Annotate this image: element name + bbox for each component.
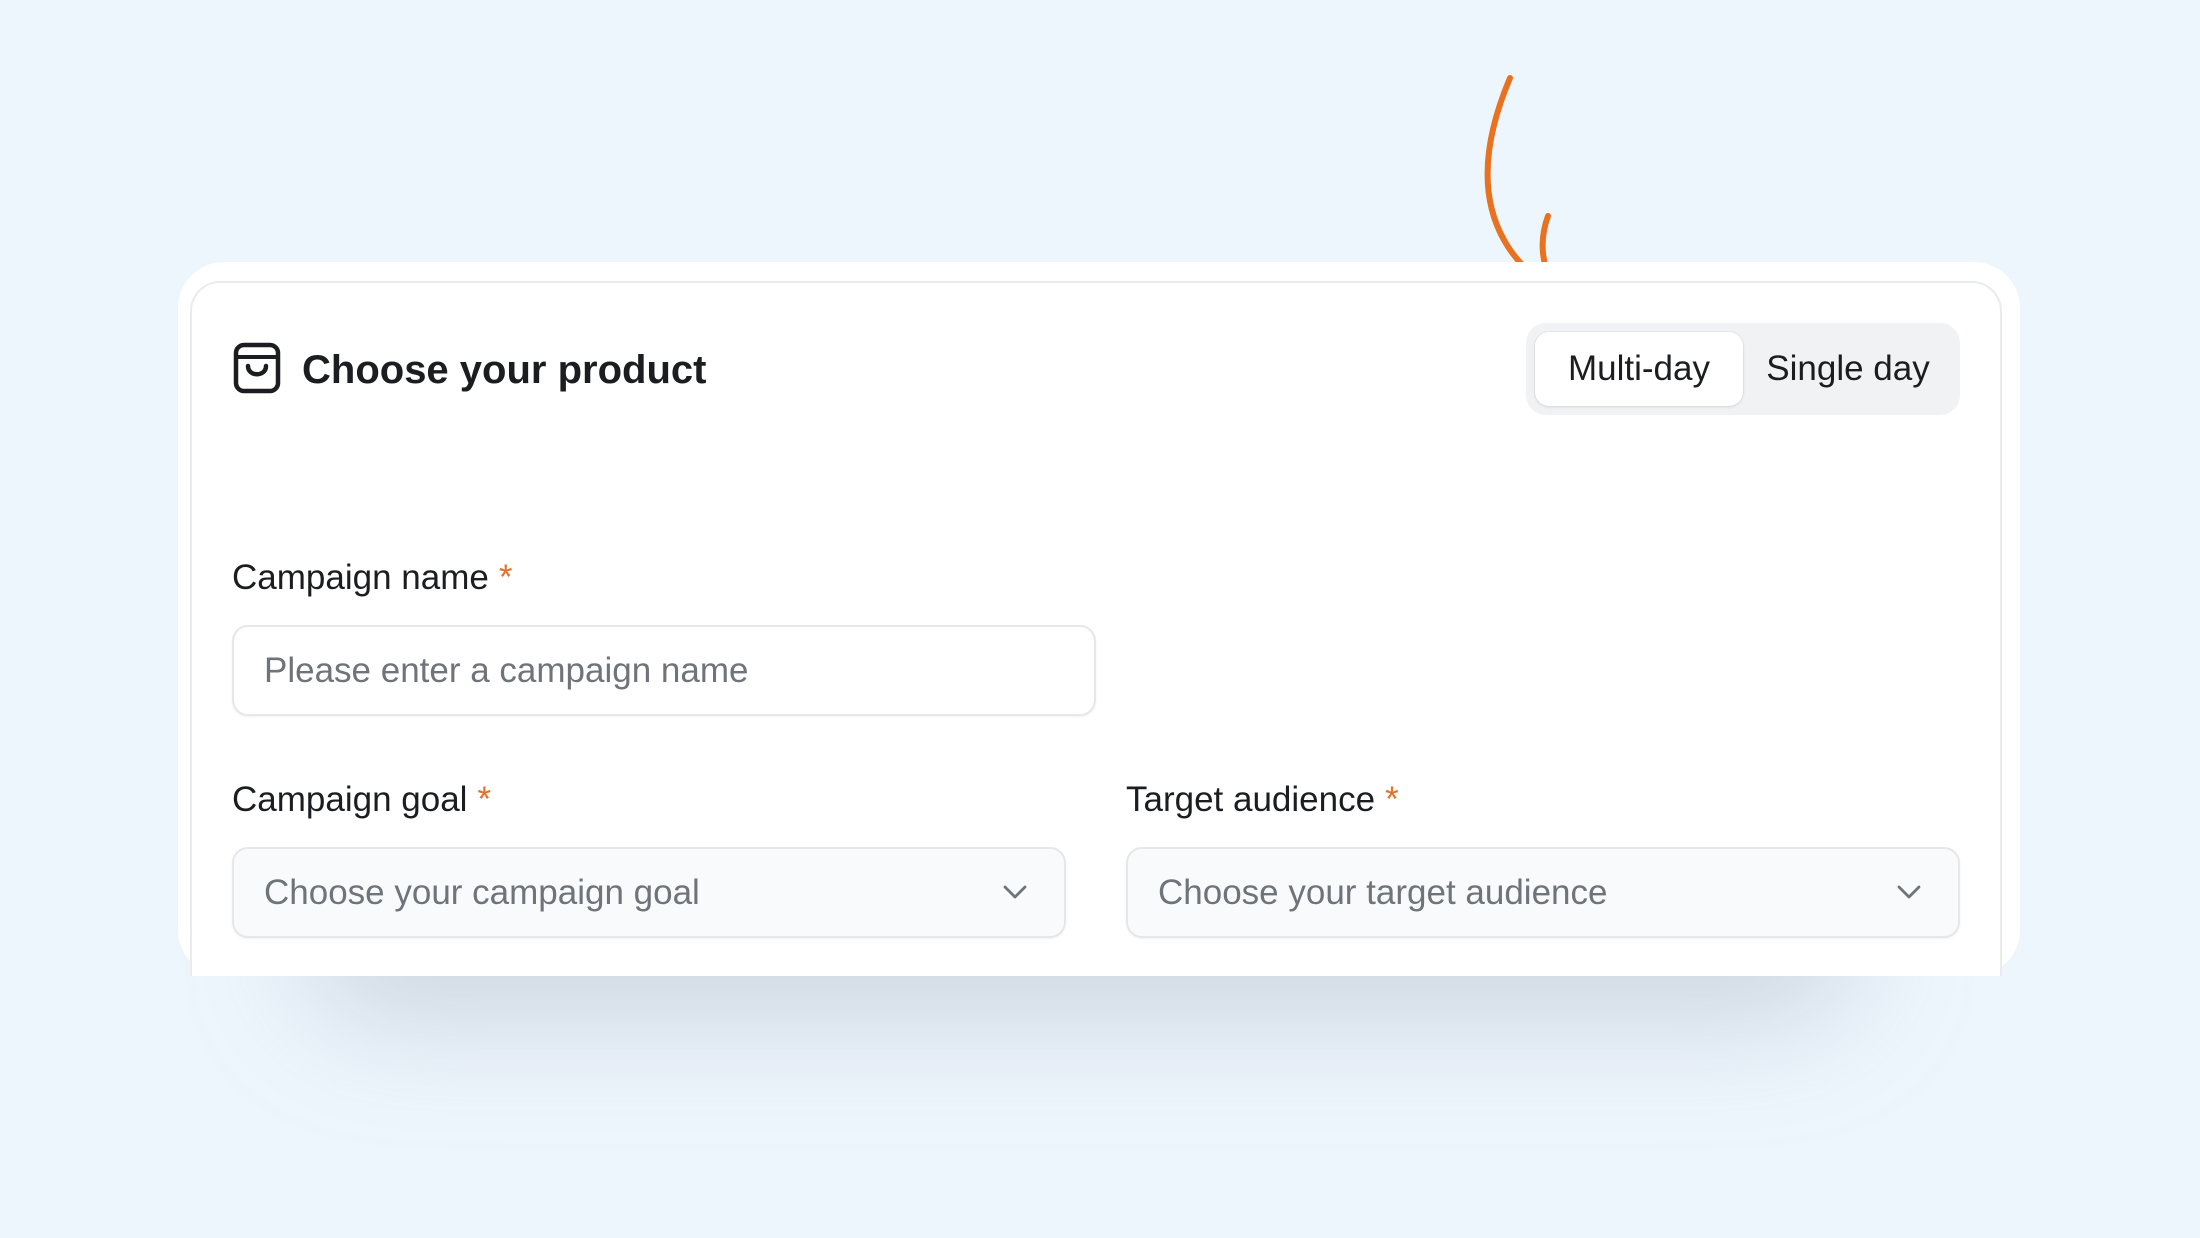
campaign-goal-label-text: Campaign goal	[232, 780, 468, 819]
campaign-name-label-text: Campaign name	[232, 558, 489, 597]
target-audience-label-text: Target audience	[1126, 780, 1376, 819]
required-asterisk: *	[477, 780, 492, 819]
campaign-goal-placeholder: Choose your campaign goal	[264, 873, 700, 912]
campaign-goal-label: Campaign goal *	[232, 778, 491, 822]
chevron-down-icon	[1003, 885, 1027, 899]
campaign-goal-select[interactable]: Choose your campaign goal	[232, 847, 1066, 938]
campaign-name-label: Campaign name *	[232, 556, 512, 600]
shopping-bag-icon	[233, 342, 281, 394]
campaign-name-input[interactable]	[232, 625, 1096, 716]
chevron-down-icon	[1897, 885, 1921, 899]
page-title: Choose your product	[302, 348, 707, 392]
target-audience-label: Target audience *	[1126, 778, 1399, 822]
target-audience-placeholder: Choose your target audience	[1158, 873, 1608, 912]
single-day-option[interactable]: Single day	[1744, 332, 1952, 406]
target-audience-select[interactable]: Choose your target audience	[1126, 847, 1960, 938]
required-asterisk: *	[498, 558, 513, 597]
duration-toggle: Multi-day Single day	[1526, 323, 1960, 415]
multi-day-option[interactable]: Multi-day	[1535, 332, 1743, 406]
required-asterisk: *	[1385, 780, 1399, 819]
